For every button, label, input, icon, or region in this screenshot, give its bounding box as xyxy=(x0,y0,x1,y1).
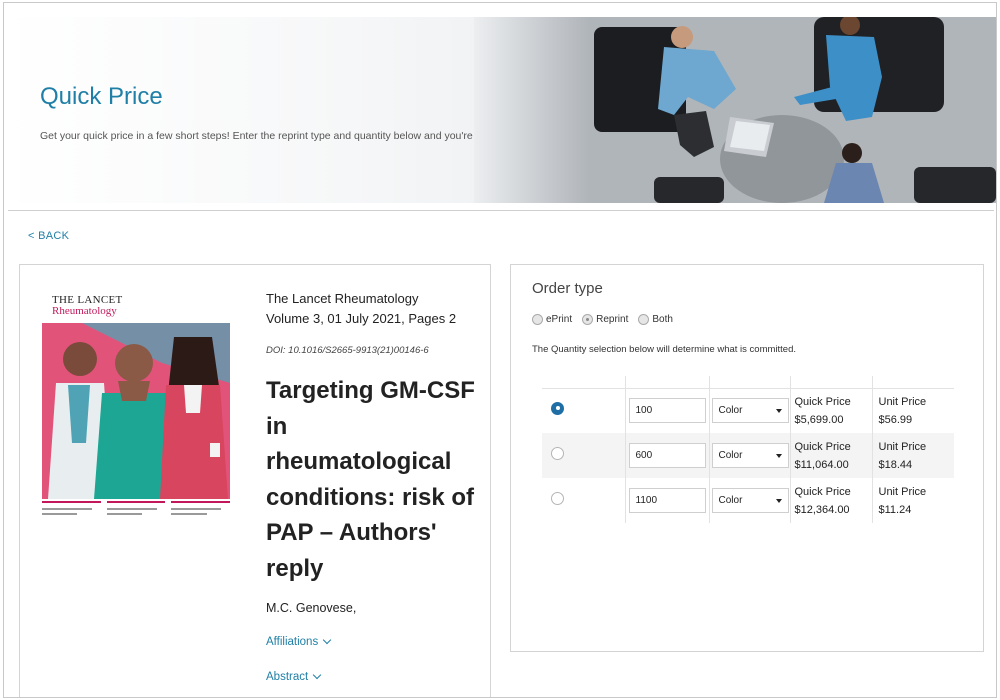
order-type-both[interactable]: Both xyxy=(638,314,673,325)
unit-price-label: Unit Price xyxy=(878,440,927,453)
color-select[interactable]: Color xyxy=(711,488,789,513)
hero-photo xyxy=(474,17,996,203)
row-select-radio[interactable] xyxy=(551,401,564,415)
table-row[interactable]: Color Quick Price $5,699.00 Unit Price $56… xyxy=(542,388,954,433)
unit-price-value: $18.44 xyxy=(878,458,913,471)
cover-journal-sub: Rheumatology xyxy=(52,305,117,317)
caret-down-icon xyxy=(775,453,782,458)
order-type-options: ePrint Reprint Both xyxy=(532,314,683,325)
quick-price-value: $12,364.00 xyxy=(794,503,850,516)
radio-reprint[interactable] xyxy=(582,314,594,325)
row-select-radio[interactable] xyxy=(551,491,564,505)
quantity-input[interactable] xyxy=(628,398,706,424)
article-authors: M.C. Genovese, xyxy=(266,601,357,615)
quantity-input[interactable] xyxy=(628,443,706,468)
journal-name: The Lancet Rheumatology xyxy=(266,291,419,306)
cover-illustration xyxy=(42,323,230,499)
order-type-eprint[interactable]: ePrint xyxy=(532,314,572,325)
hero-banner: Quick Price Get your quick price in a fe… xyxy=(4,17,996,203)
order-type-label: ePrint xyxy=(546,314,573,325)
unit-price-value: $56.99 xyxy=(878,413,913,426)
order-type-title: Order type xyxy=(532,280,603,297)
journal-cover: THE LANCET Rheumatology xyxy=(42,291,231,527)
radio-eprint[interactable] xyxy=(532,314,543,325)
affiliations-toggle[interactable]: Affiliations xyxy=(266,635,332,648)
row-select-radio[interactable] xyxy=(551,446,564,460)
affiliations-label: Affiliations xyxy=(266,636,319,648)
article-title: Targeting GM-CSF in rheumatological cond… xyxy=(266,377,475,582)
color-select[interactable]: Color xyxy=(711,398,789,424)
quantity-note: The Quantity selection below will determ… xyxy=(532,344,797,355)
caret-down-icon xyxy=(775,498,782,503)
page-frame: Quick Price Get your quick price in a fe… xyxy=(3,2,997,698)
color-select-value: Color xyxy=(718,450,743,461)
article-doi: DOI: 10.1016/S2665-9913(21)00146-6 xyxy=(266,345,429,356)
back-link[interactable]: < BACK xyxy=(28,230,69,242)
order-panel: Order type ePrint Reprint Both The Quant… xyxy=(510,264,984,652)
quick-price-label: Quick Price xyxy=(794,485,851,498)
quick-price-value: $11,064.00 xyxy=(794,458,849,471)
chevron-down-icon xyxy=(312,670,322,680)
unit-price-value: $11.24 xyxy=(878,503,912,516)
unit-price-label: Unit Price xyxy=(878,395,927,408)
journal-volume: Volume 3, 01 July 2021, Pages 2 xyxy=(266,311,457,326)
quantity-input[interactable] xyxy=(628,488,706,513)
abstract-toggle[interactable]: Abstract xyxy=(266,670,322,683)
page-subtitle: Get your quick price in a few short step… xyxy=(40,130,507,142)
table-row[interactable]: Color Quick Price $12,364.00 Unit Price $1… xyxy=(542,478,954,523)
cover-footer xyxy=(42,501,231,525)
quick-price-label: Quick Price xyxy=(794,440,851,453)
order-type-label: Reprint xyxy=(596,314,629,325)
table-header-row xyxy=(542,376,954,389)
price-table: Color Quick Price $5,699.00 Unit Price $56… xyxy=(542,376,954,523)
table-row[interactable]: Color Quick Price $11,064.00 Unit Price $1… xyxy=(542,433,954,478)
order-type-label: Both xyxy=(652,314,673,325)
color-select-value: Color xyxy=(718,405,743,417)
quick-price-value: $5,699.00 xyxy=(794,413,844,426)
hero-divider xyxy=(8,210,994,211)
caret-down-icon xyxy=(775,408,782,413)
abstract-label: Abstract xyxy=(266,671,309,683)
radio-both[interactable] xyxy=(638,314,650,325)
unit-price-label: Unit Price xyxy=(878,485,927,498)
article-card: THE LANCET Rheumatology The Lancet Rheum… xyxy=(19,264,491,697)
color-select[interactable]: Color xyxy=(711,443,789,468)
quick-price-label: Quick Price xyxy=(794,395,851,408)
chevron-down-icon xyxy=(322,635,332,645)
color-select-value: Color xyxy=(718,495,743,506)
page-title: Quick Price xyxy=(40,83,163,110)
order-type-reprint[interactable]: Reprint xyxy=(582,314,628,325)
